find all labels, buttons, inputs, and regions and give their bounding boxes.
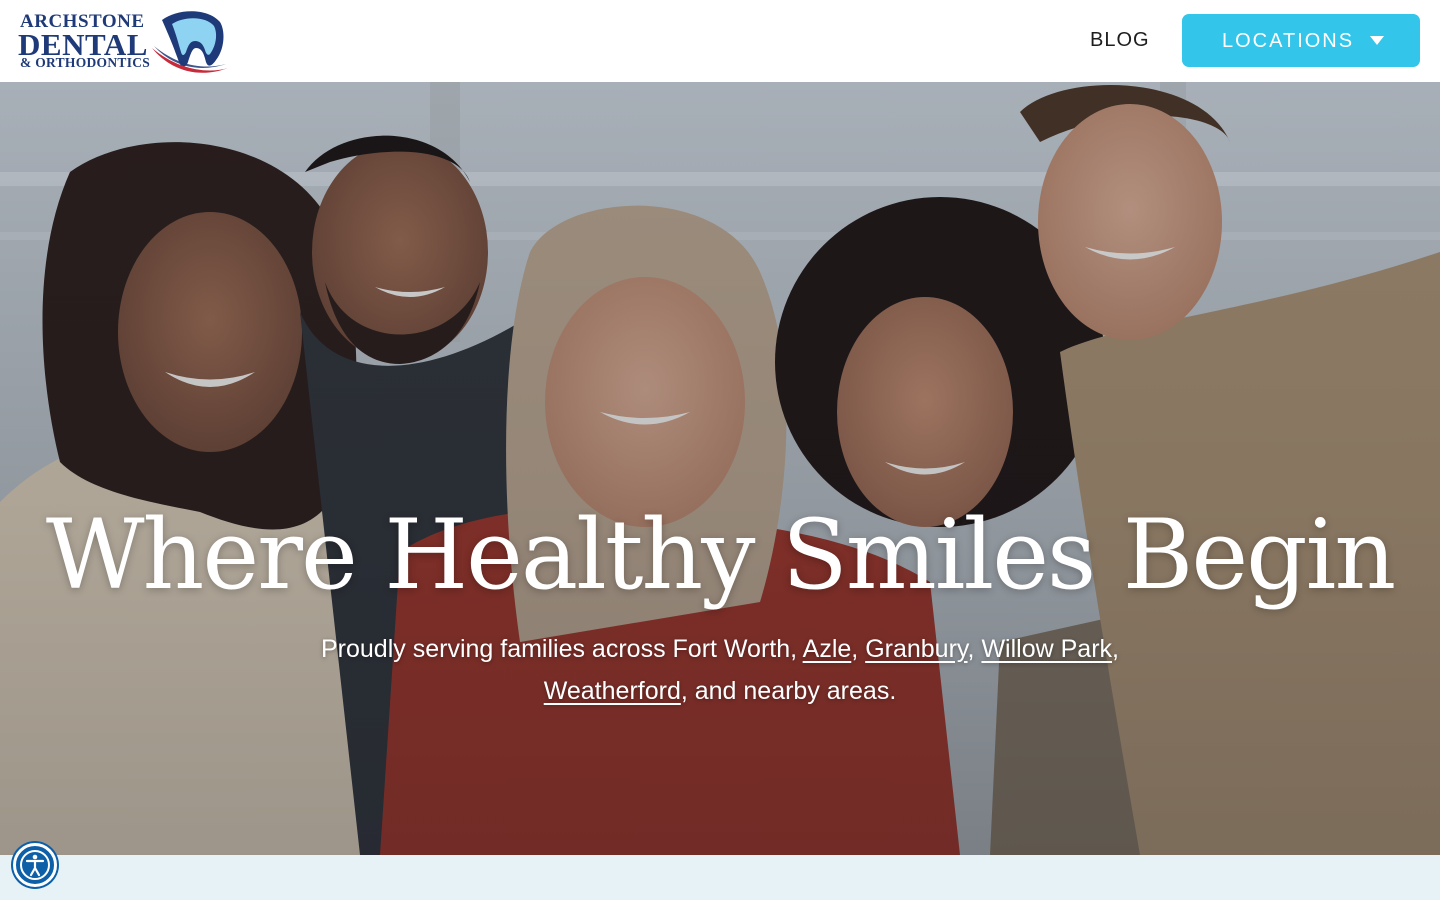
logo-line-orthodontics: & ORTHODONTICS <box>20 55 151 70</box>
site-header: ARCHSTONE DENTAL & ORTHODONTICS BLOG LOC… <box>0 0 1440 82</box>
location-link-azle[interactable]: Azle <box>803 635 852 663</box>
hero-section: Where Healthy Smiles Begin Proudly servi… <box>0 82 1440 855</box>
hero-overlay <box>0 82 1440 855</box>
accessibility-button[interactable] <box>13 843 57 887</box>
locations-label: LOCATIONS <box>1222 30 1355 52</box>
next-section-band <box>0 855 1440 900</box>
accessibility-icon <box>20 850 50 880</box>
hero-subtitle: Proudly serving families across Fort Wor… <box>321 635 1119 705</box>
locations-dropdown-button[interactable]: LOCATIONS <box>1182 14 1420 67</box>
hero-title: Where Healthy Smiles Begin <box>45 499 1396 611</box>
hero-subtitle-prefix: Proudly serving families across Fort Wor… <box>321 635 803 663</box>
tooth-logo-icon <box>152 11 228 73</box>
nav-blog-link[interactable]: BLOG <box>1090 29 1150 52</box>
location-link-granbury[interactable]: Granbury <box>865 635 967 663</box>
hero-subtitle-suffix: , and nearby areas. <box>680 677 897 705</box>
location-link-weatherford[interactable]: Weatherford <box>544 677 681 705</box>
chevron-down-icon <box>1370 36 1384 45</box>
location-link-willow-park[interactable]: Willow Park <box>981 635 1112 663</box>
site-logo[interactable]: ARCHSTONE DENTAL & ORTHODONTICS <box>18 10 228 74</box>
